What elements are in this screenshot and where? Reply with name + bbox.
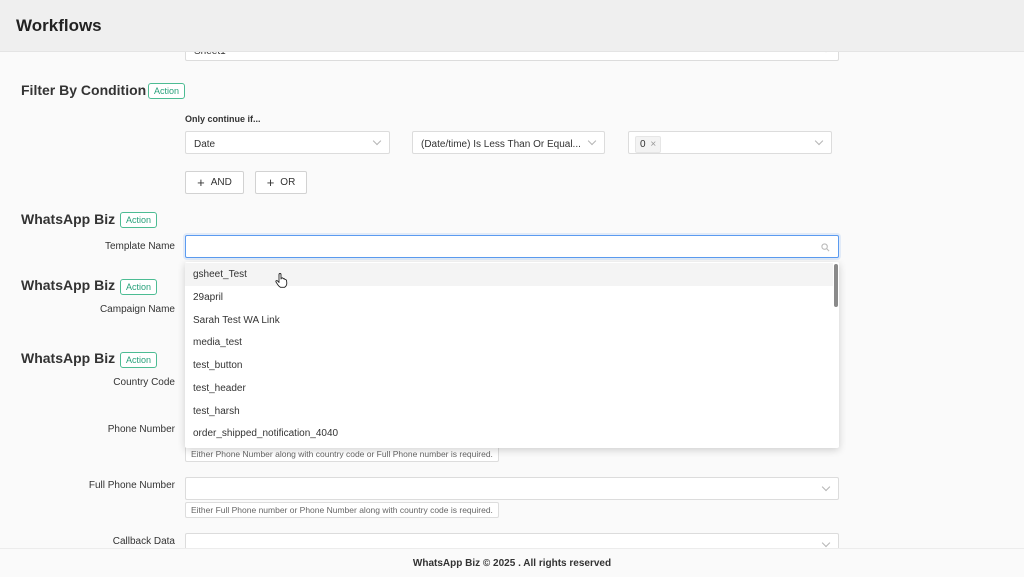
action-badge: Action [148,83,186,99]
campaign-name-label: Campaign Name [99,304,175,315]
dropdown-scrollbar[interactable] [834,264,838,307]
chevron-down-icon [821,482,831,492]
dropdown-option[interactable]: test_button [185,354,833,377]
footer: WhatsApp Biz © 2025 . All rights reserve… [0,548,1024,577]
action-badge: Action [120,352,158,368]
value-tag-text: 0 [640,139,646,150]
search-icon [821,243,830,252]
or-label: OR [280,177,296,188]
full-phone-number-label: Full Phone Number [88,480,175,491]
country-code-label: Country Code [113,377,175,388]
filter-field-value: Date [194,139,216,150]
template-name-label: Template Name [104,241,175,252]
filter-operator-select[interactable]: (Date/time) Is Less Than Or Equal... [412,131,605,154]
dropdown-option[interactable]: Sarah Test WA Link [185,309,833,332]
template-name-input[interactable] [185,235,839,258]
dropdown-option[interactable]: test_harsh [185,400,833,423]
full-phone-number-select[interactable] [185,477,839,500]
dropdown-option[interactable]: order_shipped_notification_4040 [185,422,833,445]
page-title: Workflows [16,16,102,35]
filter-value-select[interactable]: 0 × [628,131,832,154]
callback-data-label: Callback Data [112,536,175,547]
plus-icon: + [266,175,275,190]
add-and-button[interactable]: + AND [185,171,244,194]
filter-section-title: Filter By Condition [21,82,147,98]
phone-number-label: Phone Number [107,424,175,435]
workflow-editor: Sheet Name Sheet1 Filter By Condition Ac… [0,0,1024,577]
filter-field-select[interactable]: Date [185,131,390,154]
chevron-down-icon [372,136,382,146]
whatsapp-section-title-2: WhatsApp Biz [21,277,116,293]
full-phone-number-hint: Either Full Phone number or Phone Number… [185,502,499,518]
filter-operator-value: (Date/time) Is Less Than Or Equal... [421,139,581,150]
template-dropdown[interactable]: gsheet_Test 29april Sarah Test WA Link m… [185,262,839,448]
chevron-down-icon [587,136,597,146]
action-badge: Action [120,279,158,295]
value-tag[interactable]: 0 × [635,136,662,153]
chevron-down-icon [821,538,831,548]
dropdown-option[interactable]: media_test [185,331,833,354]
top-header: Workflows [0,0,1024,52]
add-or-button[interactable]: + OR [255,171,307,194]
whatsapp-section-title-3: WhatsApp Biz [21,350,116,366]
whatsapp-section-title-1: WhatsApp Biz [21,211,116,227]
hand-cursor-icon [275,273,288,288]
phone-number-hint: Either Phone Number along with country c… [185,446,499,462]
action-badge: Action [120,212,158,228]
dropdown-option[interactable]: 29april [185,286,833,309]
chevron-down-icon [814,136,824,146]
footer-text: WhatsApp Biz © 2025 . All rights reserve… [412,558,612,569]
plus-icon: + [197,175,205,190]
tag-close-icon[interactable]: × [650,139,656,150]
only-continue-label: Only continue if... [185,114,261,124]
dropdown-option[interactable]: test_header [185,377,833,400]
and-label: AND [210,177,232,188]
